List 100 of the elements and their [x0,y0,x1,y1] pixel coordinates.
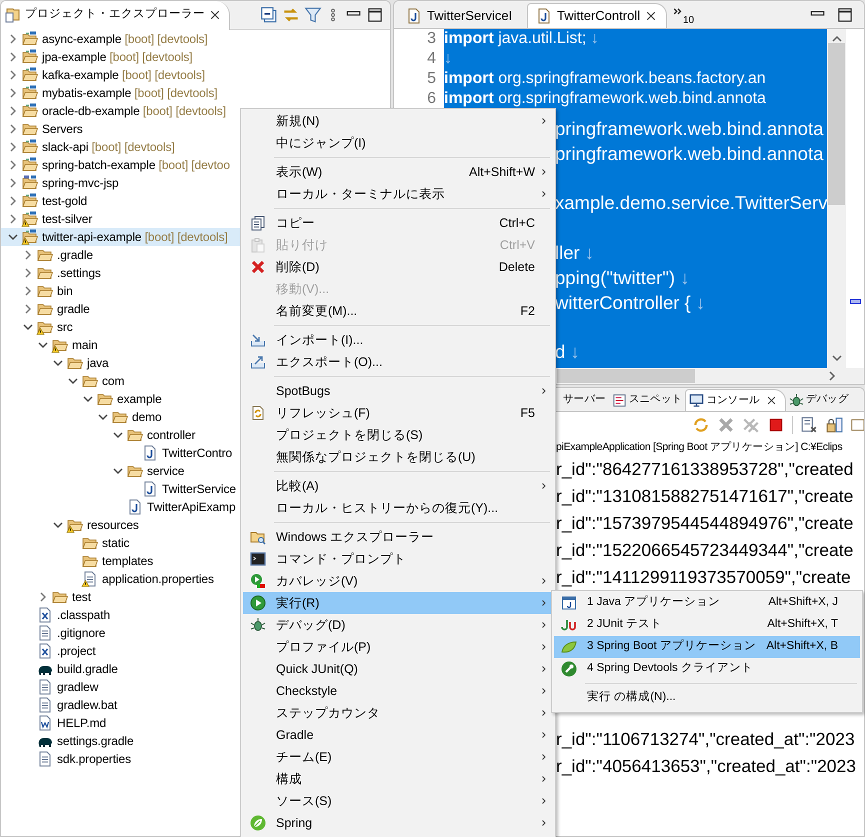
menu-item[interactable]: 名前変更(M)... F2 [243,300,553,322]
menu-item[interactable]: Gradle [243,724,553,746]
collapse-all-icon[interactable] [260,6,278,24]
menu-item[interactable]: リフレッシュ(F) F5 [243,402,553,424]
menu-item[interactable]: ソース(S) [243,790,553,812]
scroll-down-icon[interactable] [832,354,842,362]
item-label: .gitignore [57,625,106,642]
menu-item[interactable]: 構成 [243,768,553,790]
shortcut-text: Alt+Shift+X, B [765,639,838,654]
clear-icon[interactable] [800,416,818,434]
console-header: piExampleApplication [Spring Boot アプリケーション] C:¥Eclips [555,440,844,455]
menu-item[interactable]: 4 Spring Devtools クライアント [554,658,860,680]
shortcut-text: Ctrl+V [500,236,535,254]
menu-item[interactable]: Spring [243,812,553,834]
menu-item[interactable]: 削除(D) Delete [243,256,553,278]
menu-item[interactable]: 1 Java アプリケーション Alt+Shift+X, J [554,592,860,614]
menu-item[interactable]: ローカル・ターミナルに表示 [243,183,553,205]
view-tab[interactable]: コンソール [685,389,786,411]
item-label: application.properties [102,571,214,588]
menu-item[interactable]: 比較(A) [243,475,553,497]
code-line: ↓ [444,50,452,67]
menu-item[interactable]: Quick JUnit(Q) [243,658,553,680]
menu-item[interactable]: 3 Spring Boot アプリケーション Alt+Shift+X, B [554,636,860,658]
item-label: .settings [57,265,101,282]
item-label: src [57,319,73,336]
vertical-scrollbar[interactable] [827,29,846,368]
item-label: TwitterContro [162,445,232,462]
close-icon[interactable] [209,9,221,21]
menu-item[interactable]: 実行(R) [243,592,553,614]
code-line: import java.util.List; ↓ [444,30,599,47]
terminate-icon[interactable] [767,416,785,434]
scroll-thumb[interactable] [557,369,695,383]
filter-icon[interactable] [304,6,322,24]
item-label: test-silver [42,211,92,228]
item-label: oracle-db-example [boot] [devtools] [42,103,226,120]
view-tab[interactable]: サーバー [560,389,609,411]
scroll-up-icon[interactable] [832,35,842,43]
scroll-thumb[interactable] [828,42,845,204]
menu-item[interactable]: エクスポート(O)... [243,351,553,373]
menu-item[interactable]: Checkstyle [243,680,553,702]
scroll-right-icon[interactable] [828,371,836,381]
console-line: r_id":"1411299119373570059","create [556,566,852,589]
code-line: import org.springframework.web.bind.annota [444,90,766,107]
menu-item[interactable]: Windows エクスプローラー [243,526,553,548]
item-label: service [147,463,184,480]
menu-item[interactable]: プロファイル(P) [243,636,553,658]
item-label: TwitterApiExamp [147,499,236,516]
item-label: .project [57,643,96,660]
terminal-icon [250,551,266,567]
java-file-icon [536,8,552,24]
item-label: com [102,373,124,390]
item-label: Servers [42,121,83,138]
menu-item[interactable]: 中にジャンプ(I) [243,132,553,154]
menu-item[interactable]: 表示(W) Alt+Shift+W [243,161,553,183]
overview-marker[interactable] [850,299,861,304]
item-label: example [117,391,162,408]
console-line: r_id":"1106713274","created_at":"2023 [556,728,856,751]
line-number: 3 [426,29,437,49]
tab-overflow-button[interactable]: 10 [667,3,700,28]
code-line: pringframework.web.bind.annota [555,142,824,164]
coverage-icon [250,573,266,589]
menu-item[interactable]: ローカル・ヒストリーからの復元(Y)... [243,497,553,519]
item-label: settings.gradle [57,733,134,750]
item-label: mybatis-example [boot] [devtools] [42,85,218,102]
code-line: pping("twitter") ↓ [555,266,690,288]
menu-item[interactable]: 新規(N) [243,110,553,132]
menu-item[interactable]: プロジェクトを閉じる(S) [243,424,553,446]
code-line: d ↓ [555,341,580,362]
tree-item[interactable]: async-example [boot] [devtools] [1,30,390,48]
item-label: spring-batch-example [boot] [devtoo [42,157,230,174]
menu-item[interactable]: インポート(I)... [243,329,553,351]
tree-item[interactable]: kafka-example [boot] [devtools] [1,66,390,84]
menu-item[interactable]: SpotBugs [243,380,553,402]
item-label: build.gradle [57,661,118,678]
close-icon[interactable] [766,395,777,406]
menu-item[interactable]: コマンド・プロンプト [243,548,553,570]
menu-item[interactable]: 実行 の構成(N)... [554,687,860,709]
snippet-icon [612,392,627,408]
menu-item[interactable]: チーム(E) [243,746,553,768]
view-tab[interactable]: デバッグ [786,389,852,411]
menu-item[interactable]: 2 JUnit テスト Alt+Shift+X, T [554,614,860,636]
double-chevron-icon[interactable] [673,7,683,17]
menu-item[interactable]: デバッグ(D) [243,614,553,636]
menu-item[interactable]: 無関係なプロジェクトを閉じる(U) [243,446,553,468]
maximize-icon[interactable] [836,6,854,24]
devtools-icon [561,661,577,677]
scroll-lock-icon[interactable] [825,416,843,434]
view-tab[interactable]: スニペット [608,389,686,411]
item-label: bin [57,283,73,300]
maximize-icon[interactable] [366,6,384,24]
editor-tab[interactable]: TwitterControll [527,3,667,28]
line-number: 6 [426,89,437,109]
tree-item[interactable]: jpa-example [boot] [devtools] [1,48,390,66]
menu-item[interactable]: カバレッジ(V) [243,570,553,592]
item-label: TwitterService [162,481,236,498]
tree-item[interactable]: mybatis-example [boot] [devtools] [1,84,390,102]
editor-tab[interactable]: TwitterServiceI [397,3,527,28]
menu-item[interactable]: ステップカウンタ [243,702,553,724]
code-line: xample.demo.service.TwitterServ [555,192,827,214]
close-icon[interactable] [645,10,658,22]
